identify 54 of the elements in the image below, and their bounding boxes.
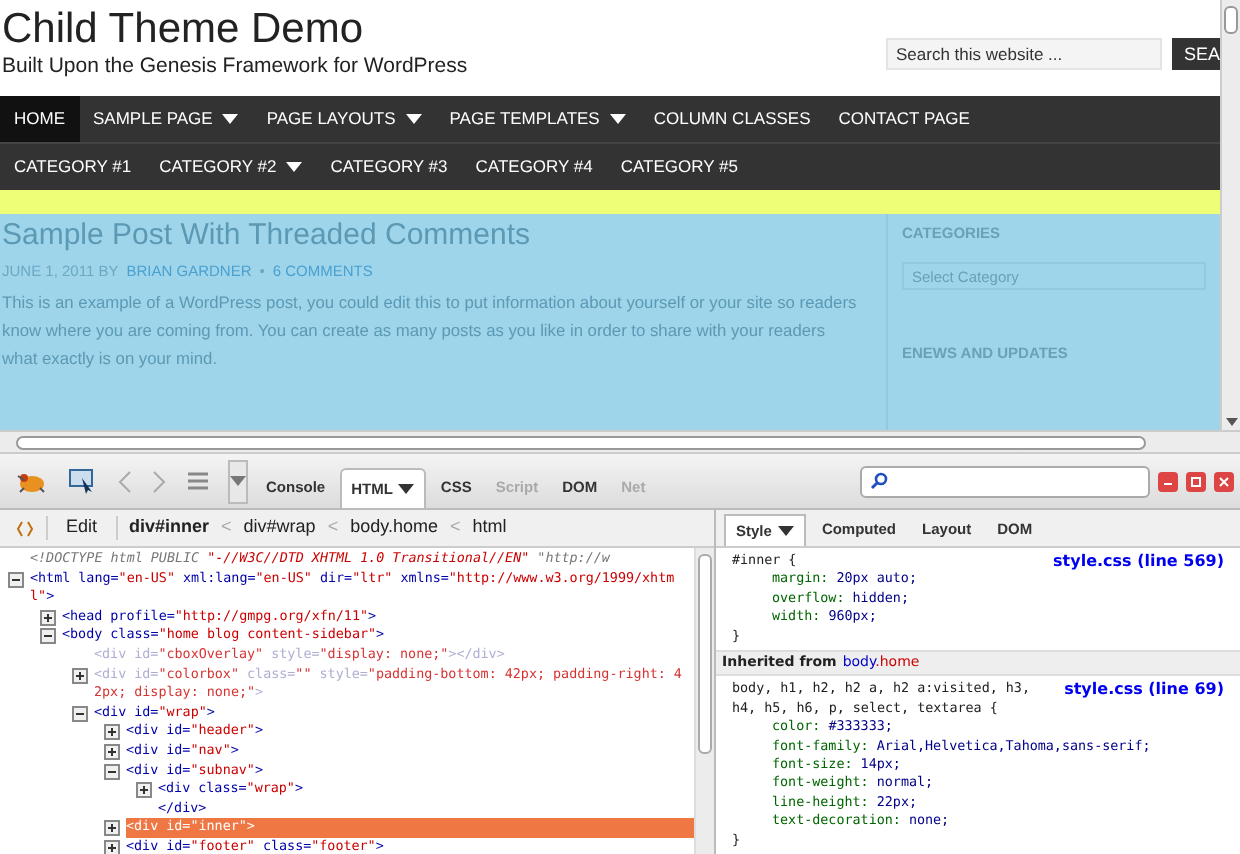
restore-icon[interactable] (1186, 471, 1206, 491)
edit-button[interactable]: Edit (60, 514, 104, 542)
expand-icon[interactable] (72, 667, 88, 684)
minimize-icon[interactable] (1158, 471, 1178, 491)
scrollbar-thumb[interactable] (16, 435, 1146, 449)
vertical-scrollbar[interactable] (1220, 0, 1240, 430)
collapse-icon[interactable] (40, 628, 56, 645)
scrollbar-thumb[interactable] (698, 554, 712, 754)
site-title[interactable]: Child Theme Demo (2, 6, 468, 54)
stylesheet-link[interactable]: style.css (line 569) (1053, 552, 1224, 571)
stylesheet-link[interactable]: style.css (line 69) (1064, 680, 1224, 719)
expand-icon[interactable] (40, 609, 56, 626)
nav-item[interactable]: HOME (0, 96, 79, 142)
close-icon[interactable] (1214, 471, 1234, 491)
search-button[interactable]: SEA (1171, 38, 1220, 70)
expand-icon[interactable] (104, 743, 120, 760)
post-body: This is an example of a WordPress post, you could edit this to put information about yourself or your site so readers know where you are coming from. You can create as many posts as you like in order to share with your readers what exactly is on your mind. (2, 290, 859, 373)
subnav-item[interactable]: CATEGORY #5 (606, 144, 752, 190)
breadcrumb-separator: < (221, 514, 232, 541)
subnav-item[interactable]: CATEGORY #4 (461, 144, 607, 190)
caret-icon (230, 476, 246, 486)
breadcrumb-separator: < (449, 514, 461, 541)
site-tagline: Built Upon the Genesis Framework for WordPress (2, 54, 468, 78)
scroll-down-arrow-icon[interactable] (1225, 418, 1237, 426)
collapse-icon[interactable] (72, 705, 88, 722)
scrollbar-thumb[interactable] (1224, 6, 1238, 34)
horizontal-scrollbar[interactable] (0, 430, 1240, 454)
nav-item[interactable]: SAMPLE PAGE (79, 96, 253, 142)
nav-item[interactable]: PAGE LAYOUTS (252, 96, 436, 142)
subnav-item[interactable]: CATEGORY #1 (0, 144, 146, 190)
vertical-scrollbar[interactable] (694, 548, 714, 854)
dropdown-button[interactable] (228, 459, 248, 503)
code-icon[interactable] (16, 519, 34, 537)
search-icon (870, 472, 888, 490)
expand-icon[interactable] (104, 820, 120, 837)
breadcrumb-separator: < (327, 514, 339, 541)
search-field[interactable] (860, 465, 1150, 497)
inspect-icon[interactable] (68, 468, 96, 494)
breadcrumb-item[interactable]: html (472, 514, 507, 542)
breadcrumb-item[interactable]: div#wrap (243, 514, 316, 542)
bug-icon[interactable] (16, 469, 48, 493)
breadcrumb-item[interactable]: div#inner (129, 514, 210, 542)
nav-item[interactable]: PAGE TEMPLATES (435, 96, 640, 142)
collapse-icon[interactable] (8, 571, 24, 588)
expand-icon[interactable] (136, 782, 152, 799)
expand-icon[interactable] (104, 839, 120, 854)
expand-icon[interactable] (104, 724, 120, 741)
subnav-item[interactable]: CATEGORY #3 (316, 144, 462, 190)
subnav-item[interactable]: CATEGORY #2 (145, 144, 317, 190)
menu-icon[interactable] (188, 472, 208, 490)
nav-item[interactable]: CONTACT PAGE (824, 96, 984, 142)
breadcrumb-item[interactable]: body.home (350, 514, 438, 542)
collapse-icon[interactable] (104, 763, 120, 780)
nav-item[interactable]: COLUMN CLASSES (639, 96, 825, 142)
